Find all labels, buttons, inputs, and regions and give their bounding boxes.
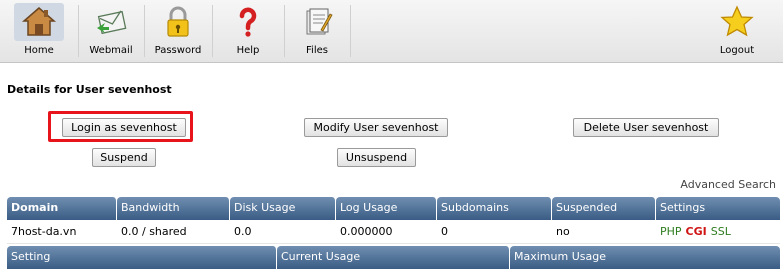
- home-icon: [21, 7, 57, 36]
- cell-suspended: no: [556, 225, 570, 238]
- toolbar-webmail-label: Webmail: [89, 45, 133, 56]
- column-header-bandwidth[interactable]: Bandwidth: [117, 197, 230, 220]
- cell-subdomains: 0: [441, 225, 448, 238]
- files-icon: [306, 8, 333, 35]
- star-icon: [720, 5, 754, 37]
- toolbar-home[interactable]: Home: [0, 0, 78, 62]
- question-icon: [239, 7, 257, 37]
- lock-icon: [167, 6, 189, 37]
- toolbar-password-label: Password: [154, 45, 202, 56]
- unsuspend-button[interactable]: Unsuspend: [337, 148, 416, 167]
- cell-log-usage: 0.000000: [340, 225, 393, 238]
- toolbar-webmail[interactable]: Webmail: [78, 0, 144, 62]
- column-header-log-usage[interactable]: Log Usage: [336, 197, 437, 220]
- cgi-setting: CGI: [685, 225, 707, 238]
- toolbar-logout-label: Logout: [719, 45, 755, 56]
- toolbar-files-label: Files: [306, 45, 328, 56]
- cell-disk-usage: 0.0: [234, 225, 252, 238]
- column-header-domain[interactable]: Domain: [7, 197, 117, 220]
- row-divider: [7, 243, 780, 244]
- toolbar-help-label: Help: [236, 45, 260, 56]
- cell-bandwidth: 0.0 / shared: [121, 225, 187, 238]
- toolbar-home-label: Home: [24, 45, 54, 56]
- ssl-setting: SSL: [710, 225, 731, 238]
- toolbar: Home Webmail Password Help Files Logout: [0, 0, 783, 63]
- column-header-suspended[interactable]: Suspended: [552, 197, 656, 220]
- advanced-search-link[interactable]: Advanced Search: [680, 178, 776, 191]
- login-as-user-button[interactable]: Login as sevenhost: [62, 118, 186, 137]
- delete-user-button[interactable]: Delete User sevenhost: [573, 118, 719, 137]
- toolbar-separator: [350, 5, 351, 57]
- mail-icon: [97, 10, 127, 35]
- php-setting: PHP: [660, 225, 682, 238]
- column-header-current-usage: Current Usage: [277, 246, 510, 269]
- suspend-button[interactable]: Suspend: [92, 148, 156, 167]
- toolbar-password[interactable]: Password: [144, 0, 212, 62]
- cell-settings: PHP CGI SSL: [656, 223, 735, 241]
- column-header-setting: Setting: [7, 246, 277, 269]
- page-title: Details for User sevenhost: [7, 83, 172, 96]
- toolbar-files[interactable]: Files: [284, 0, 350, 62]
- column-header-maximum-usage: Maximum Usage: [510, 246, 780, 269]
- column-header-subdomains[interactable]: Subdomains: [437, 197, 552, 220]
- toolbar-help[interactable]: Help: [212, 0, 284, 62]
- cell-domain[interactable]: 7host-da.vn: [7, 223, 76, 241]
- modify-user-button[interactable]: Modify User sevenhost: [304, 118, 448, 137]
- column-header-disk-usage[interactable]: Disk Usage: [230, 197, 336, 220]
- column-header-settings[interactable]: Settings: [656, 197, 780, 220]
- toolbar-logout[interactable]: Logout: [706, 0, 768, 62]
